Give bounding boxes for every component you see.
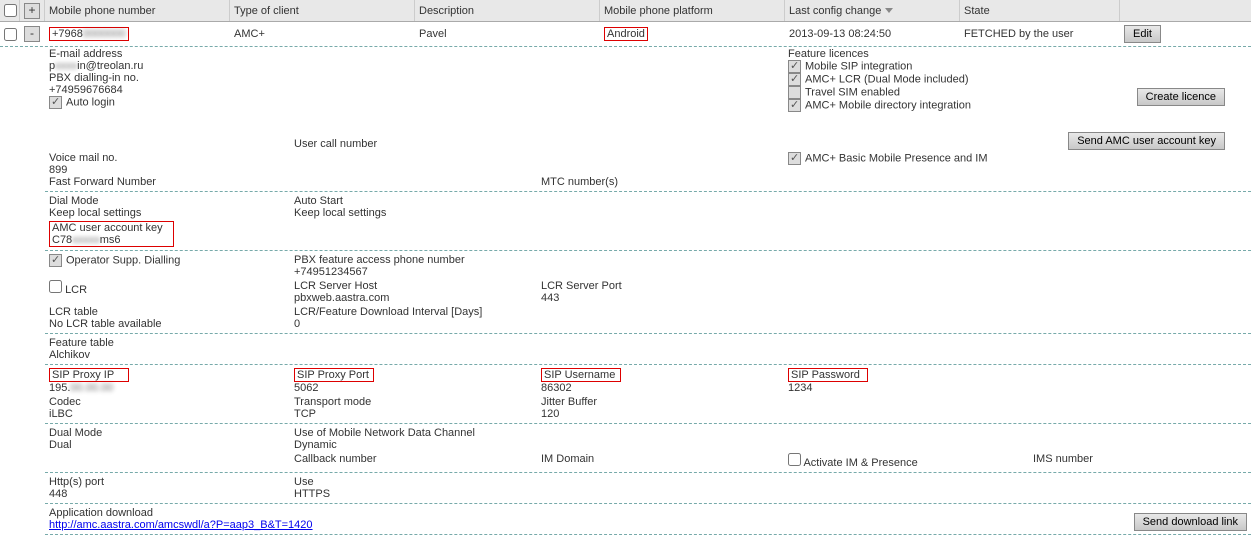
dial-mode-value: Keep local settings: [49, 207, 286, 219]
feature-licences-label: Feature licences: [788, 48, 1025, 60]
codec-label: Codec: [49, 396, 286, 408]
autologin-label: Auto login: [49, 96, 286, 109]
autostart-value: Keep local settings: [294, 207, 533, 219]
app-download-link[interactable]: http://amc.aastra.com/amcswdl/a?P=aap3_B…: [49, 519, 313, 531]
phone-number: +79680000000: [49, 27, 129, 41]
last-config-change: 2013-09-13 08:24:50: [785, 24, 960, 44]
dual-mode-label: Dual Mode: [49, 427, 286, 439]
collapse-button[interactable]: -: [24, 26, 40, 42]
feature-table-value: Alchikov: [49, 349, 286, 361]
pbx-feature-label: PBX feature access phone number: [294, 254, 533, 266]
http-port-value: 448: [49, 488, 286, 500]
lic-lcr-checkbox[interactable]: [788, 73, 801, 86]
lcr-port-label: LCR Server Port: [541, 280, 780, 292]
platform: Android: [604, 27, 648, 41]
sip-password-value: 1234: [788, 382, 1025, 394]
lic-dir-label: AMC+ Mobile directory integration: [805, 99, 971, 111]
use-label: Use: [294, 476, 533, 488]
data-channel-value: Dynamic: [294, 439, 533, 451]
lcr-host-value: pbxweb.aastra.com: [294, 292, 533, 304]
sip-proxy-port-value: 5062: [294, 382, 533, 394]
data-channel-label: Use of Mobile Network Data Channel: [294, 427, 533, 439]
user-call-label: User call number: [294, 138, 377, 150]
voicemail-value: 899: [49, 164, 286, 176]
lcr-table-label: LCR table: [49, 306, 286, 318]
mtc-label: MTC number(s): [541, 176, 618, 188]
state: FETCHED by the user: [960, 24, 1120, 44]
send-account-key-button[interactable]: Send AMC user account key: [1068, 132, 1225, 150]
sip-username-value: 86302: [541, 382, 780, 394]
col-client[interactable]: Type of client: [230, 0, 415, 21]
create-licence-button[interactable]: Create licence: [1137, 88, 1225, 106]
op-supp-checkbox[interactable]: [49, 254, 62, 267]
table-header: + Mobile phone number Type of client Des…: [0, 0, 1251, 22]
im-domain-label: IM Domain: [541, 453, 780, 465]
add-button[interactable]: +: [24, 3, 40, 19]
col-platform[interactable]: Mobile phone platform: [600, 0, 785, 21]
col-phone[interactable]: Mobile phone number: [45, 0, 230, 21]
lcr-interval-value: 0: [294, 318, 533, 330]
activate-im-label: Activate IM & Presence: [803, 457, 917, 469]
sort-desc-icon: [885, 8, 893, 13]
feature-table-label: Feature table: [49, 337, 286, 349]
col-last-config[interactable]: Last config change: [785, 0, 960, 21]
select-all-checkbox[interactable]: [4, 4, 17, 17]
email-value: pxxxxin@treolan.ru: [49, 60, 286, 72]
jitter-label: Jitter Buffer: [541, 396, 780, 408]
dual-mode-value: Dual: [49, 439, 286, 451]
callback-label: Callback number: [294, 453, 533, 465]
col-state[interactable]: State: [960, 0, 1120, 21]
sip-proxy-port-label: SIP Proxy Port: [294, 368, 374, 382]
select-all-cell: [0, 0, 20, 21]
lic-travel-label: Travel SIM enabled: [805, 86, 900, 98]
pbx-dial-label: PBX dialling-in no.: [49, 72, 286, 84]
pbx-dial-value: +74959676684: [49, 84, 286, 96]
op-supp-label: Operator Supp. Dialling: [66, 254, 180, 266]
sip-proxy-ip-label: SIP Proxy IP: [49, 368, 129, 382]
lic-sip-label: Mobile SIP integration: [805, 60, 912, 72]
col-description[interactable]: Description: [415, 0, 600, 21]
email-label: E-mail address: [49, 48, 286, 60]
table-row: - +79680000000 AMC+ Pavel Android 2013-0…: [0, 22, 1251, 47]
lic-lcr-label: AMC+ LCR (Dual Mode included): [805, 73, 969, 85]
transport-value: TCP: [294, 408, 533, 420]
ffn-label: Fast Forward Number: [49, 176, 286, 188]
lcr-port-value: 443: [541, 292, 780, 304]
sip-proxy-ip-value: 195.00.00.00: [49, 382, 286, 394]
app-download-label: Application download: [49, 507, 1047, 519]
dial-mode-label: Dial Mode: [49, 195, 286, 207]
autostart-label: Auto Start: [294, 195, 533, 207]
description: Pavel: [415, 24, 600, 44]
add-row-cell: +: [20, 0, 45, 21]
detail-panel: E-mail address pxxxxin@treolan.ru PBX di…: [0, 47, 1251, 535]
activate-im-checkbox[interactable]: [788, 453, 801, 466]
lcr-interval-label: LCR/Feature Download Interval [Days]: [294, 306, 533, 318]
jitter-value: 120: [541, 408, 780, 420]
sip-password-label: SIP Password: [788, 368, 868, 382]
lic-presence-label: AMC+ Basic Mobile Presence and IM: [805, 152, 988, 164]
client-type: AMC+: [230, 24, 415, 44]
use-value: HTTPS: [294, 488, 533, 500]
http-port-label: Http(s) port: [49, 476, 286, 488]
pbx-feature-value: +74951234567: [294, 266, 533, 278]
lcr-table-value: No LCR table available: [49, 318, 286, 330]
row-checkbox[interactable]: [4, 28, 17, 41]
account-key-label: AMC user account key: [52, 222, 171, 234]
lcr-label: LCR: [65, 284, 87, 296]
voicemail-label: Voice mail no.: [49, 152, 286, 164]
lcr-host-label: LCR Server Host: [294, 280, 533, 292]
lic-dir-checkbox[interactable]: [788, 99, 801, 112]
send-download-link-button[interactable]: Send download link: [1134, 513, 1247, 531]
transport-label: Transport mode: [294, 396, 533, 408]
lcr-checkbox[interactable]: [49, 280, 62, 293]
codec-value: iLBC: [49, 408, 286, 420]
ims-number-label: IMS number: [1033, 453, 1225, 465]
sip-username-label: SIP Username: [541, 368, 621, 382]
lic-presence-checkbox[interactable]: [788, 152, 801, 165]
account-key-value: C78xxxxxms6: [52, 234, 171, 246]
autologin-checkbox[interactable]: [49, 96, 62, 109]
edit-button[interactable]: Edit: [1124, 25, 1161, 43]
